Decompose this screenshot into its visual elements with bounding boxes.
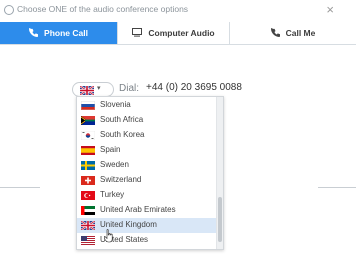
uae-flag-icon — [81, 206, 95, 215]
united-states-flag-icon — [81, 236, 95, 245]
divider-right — [318, 187, 356, 188]
country-item-spain[interactable]: Spain — [77, 143, 217, 158]
slovenia-flag-icon — [81, 101, 95, 110]
dial-label: Dial: — [119, 83, 140, 94]
tab-phone-call-label: Phone Call — [44, 28, 88, 38]
chevron-down-icon: ▾ — [97, 85, 101, 92]
audio-option-tabs: Phone Call Computer Audio Call Me — [0, 22, 356, 45]
dialog-title: Choose ONE of the audio conference optio… — [17, 4, 189, 14]
south-korea-flag-icon — [81, 131, 95, 140]
country-item-switzerland[interactable]: Switzerland — [77, 173, 217, 188]
country-name: Spain — [100, 145, 121, 154]
country-dropdown[interactable]: Slovenia South Africa South Korea Spain … — [76, 96, 224, 250]
country-item-slovenia[interactable]: Slovenia — [77, 98, 217, 113]
country-item-united-arab-emirates[interactable]: United Arab Emirates — [77, 203, 217, 218]
country-name: Turkey — [100, 190, 125, 199]
country-name: South Korea — [100, 130, 145, 139]
spain-flag-icon — [81, 146, 95, 155]
tab-computer-audio-label: Computer Audio — [148, 28, 215, 38]
country-name: Switzerland — [100, 175, 142, 184]
country-item-united-kingdom[interactable]: United Kingdom — [77, 218, 217, 233]
info-icon — [4, 5, 14, 15]
close-icon[interactable]: × — [326, 2, 334, 17]
dial-number: +44 (0) 20 3695 0088 — [146, 82, 242, 93]
phone-icon — [270, 27, 280, 39]
mouse-pointer-icon — [104, 229, 113, 243]
sweden-flag-icon — [81, 161, 95, 170]
tab-call-me[interactable]: Call Me — [229, 22, 356, 44]
country-item-united-states[interactable]: United States — [77, 233, 217, 248]
country-name: United Kingdom — [100, 220, 157, 229]
scrollbar-thumb[interactable] — [218, 197, 222, 242]
divider-left — [0, 187, 40, 188]
united-kingdom-flag-icon — [81, 221, 95, 230]
tab-computer-audio[interactable]: Computer Audio — [117, 22, 229, 44]
country-item-turkey[interactable]: Turkey — [77, 188, 217, 203]
south-africa-flag-icon — [81, 116, 95, 125]
country-item-south-africa[interactable]: South Africa — [77, 113, 217, 128]
united-kingdom-flag-icon — [80, 86, 94, 95]
country-item-sweden[interactable]: Sweden — [77, 158, 217, 173]
monitor-icon — [132, 27, 143, 39]
country-name: United Arab Emirates — [100, 205, 176, 214]
country-name: Slovenia — [100, 100, 131, 109]
title-bar: Choose ONE of the audio conference optio… — [0, 0, 356, 22]
tab-call-me-label: Call Me — [285, 28, 316, 38]
tab-phone-call[interactable]: Phone Call — [0, 22, 117, 44]
country-item-south-korea[interactable]: South Korea — [77, 128, 217, 143]
phone-icon — [29, 27, 39, 39]
switzerland-flag-icon — [81, 176, 95, 185]
country-select-button[interactable]: ▾ — [72, 82, 114, 97]
country-name: Sweden — [100, 160, 129, 169]
dropdown-scrollbar[interactable] — [216, 97, 223, 249]
country-name: South Africa — [100, 115, 144, 124]
turkey-flag-icon — [81, 191, 95, 200]
